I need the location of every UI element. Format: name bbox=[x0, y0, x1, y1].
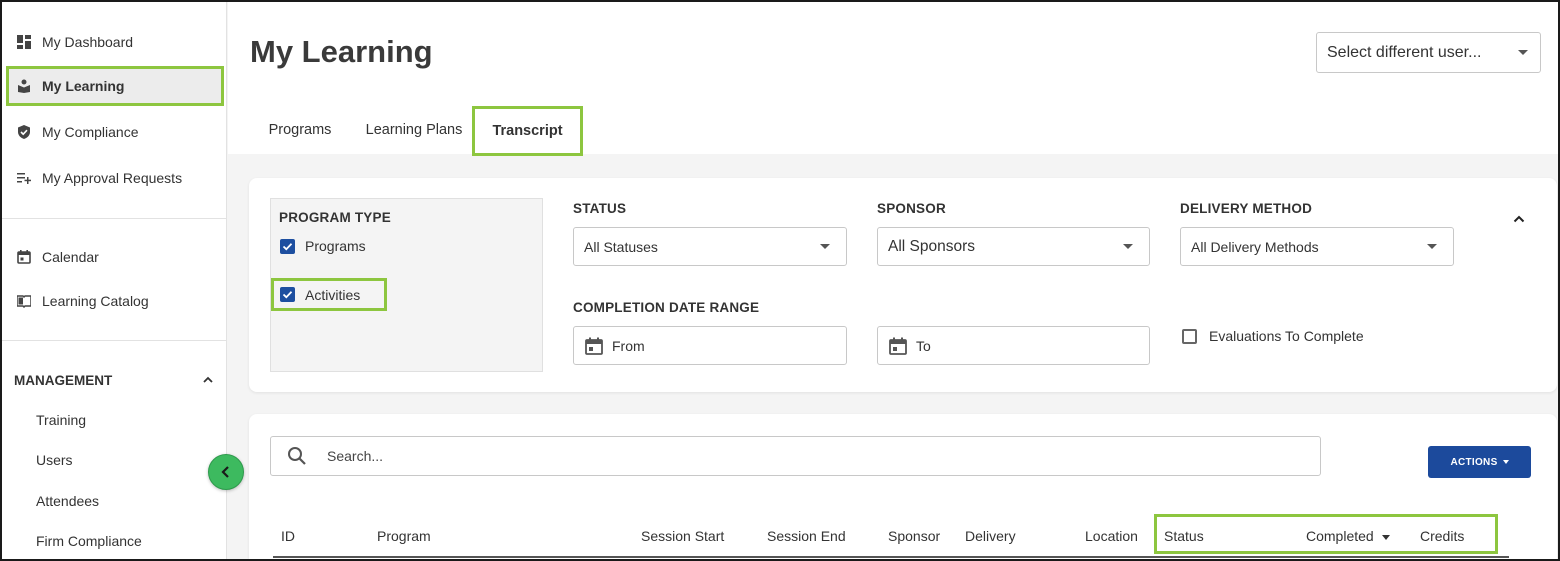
sidebar-item-label: My Compliance bbox=[42, 124, 139, 140]
program-type-label: PROGRAM TYPE bbox=[279, 210, 391, 225]
user-select-value: Select different user... bbox=[1327, 43, 1482, 61]
chevron-down-icon bbox=[820, 244, 830, 249]
sidebar-item-label: Calendar bbox=[42, 249, 99, 265]
filter-panel: PROGRAM TYPE Programs Activities STATUS … bbox=[249, 178, 1557, 392]
chevron-down-icon bbox=[1427, 244, 1437, 249]
book-icon bbox=[16, 293, 32, 309]
search-placeholder: Search... bbox=[327, 448, 384, 464]
sidebar-item-learning-catalog[interactable]: Learning Catalog bbox=[6, 282, 224, 320]
search-icon bbox=[288, 447, 306, 465]
chevron-down-icon bbox=[1123, 244, 1133, 249]
evaluations-to-complete-checkbox[interactable]: Evaluations To Complete bbox=[1182, 328, 1364, 344]
management-item-training[interactable]: Training bbox=[36, 412, 86, 428]
delivery-method-select[interactable]: All Delivery Methods bbox=[1180, 227, 1454, 266]
sidebar-item-my-dashboard[interactable]: My Dashboard bbox=[6, 23, 224, 61]
table-header-divider bbox=[273, 556, 1509, 558]
shield-icon bbox=[16, 124, 32, 140]
collapse-filters-chevron-up-icon[interactable] bbox=[1512, 212, 1526, 226]
playlist-add-icon bbox=[16, 170, 32, 186]
column-header-sponsor[interactable]: Sponsor bbox=[888, 528, 940, 544]
tab-programs[interactable]: Programs bbox=[250, 106, 350, 154]
sort-descending-icon bbox=[1381, 534, 1390, 540]
management-item-firm-compliance[interactable]: Firm Compliance bbox=[36, 533, 142, 549]
delivery-method-select-value: All Delivery Methods bbox=[1191, 238, 1319, 255]
column-header-session-end[interactable]: Session End bbox=[767, 528, 846, 544]
column-header-program[interactable]: Program bbox=[377, 528, 431, 544]
date-from-placeholder: From bbox=[612, 337, 645, 354]
actions-button[interactable]: ACTIONS bbox=[1428, 446, 1531, 478]
program-type-filter: PROGRAM TYPE Programs Activities bbox=[270, 198, 543, 372]
results-panel: Search... ACTIONS ID Program Session Sta… bbox=[249, 414, 1557, 559]
tab-learning-plans[interactable]: Learning Plans bbox=[358, 106, 470, 154]
checkbox-label: Activities bbox=[305, 286, 361, 303]
column-header-session-start[interactable]: Session Start bbox=[641, 528, 724, 544]
program-type-programs-checkbox[interactable]: Programs bbox=[280, 238, 366, 254]
chevron-down-icon bbox=[1518, 50, 1528, 55]
sidebar-item-label: My Dashboard bbox=[42, 34, 134, 50]
sidebar-divider bbox=[2, 218, 226, 219]
actions-button-label: ACTIONS bbox=[1450, 456, 1498, 468]
sidebar-item-label: My Approval Requests bbox=[42, 170, 183, 186]
program-type-activities-checkbox[interactable]: Activities bbox=[271, 278, 387, 311]
column-header-status[interactable]: Status bbox=[1164, 528, 1204, 544]
column-header-id[interactable]: ID bbox=[281, 528, 295, 544]
status-select[interactable]: All Statuses bbox=[573, 227, 847, 266]
checkbox-label: Evaluations To Complete bbox=[1209, 328, 1364, 344]
sidebar-divider bbox=[2, 340, 226, 341]
management-title: MANAGEMENT bbox=[14, 372, 113, 388]
column-header-completed-label: Completed bbox=[1306, 528, 1374, 544]
sponsor-filter-label: SPONSOR bbox=[877, 201, 946, 216]
user-select-dropdown[interactable]: Select different user... bbox=[1316, 32, 1541, 73]
date-to-placeholder: To bbox=[916, 337, 931, 354]
sidebar-item-label: My Learning bbox=[42, 78, 125, 94]
completion-date-from-input[interactable]: From bbox=[573, 326, 847, 365]
completion-date-range-label: COMPLETION DATE RANGE bbox=[573, 300, 760, 315]
sidebar-item-my-approval-requests[interactable]: My Approval Requests bbox=[6, 159, 224, 197]
management-section-header[interactable]: MANAGEMENT bbox=[14, 370, 214, 390]
delivery-method-filter-label: DELIVERY METHOD bbox=[1180, 201, 1313, 216]
checkbox-checked-icon bbox=[280, 238, 295, 254]
column-header-credits[interactable]: Credits bbox=[1420, 528, 1464, 544]
sidebar-item-calendar[interactable]: Calendar bbox=[6, 238, 224, 276]
sidebar-item-label: Learning Catalog bbox=[42, 293, 149, 309]
search-input[interactable]: Search... bbox=[270, 436, 1321, 476]
chevron-down-icon bbox=[1502, 460, 1509, 464]
management-item-attendees[interactable]: Attendees bbox=[36, 493, 99, 509]
calendar-icon bbox=[889, 337, 907, 355]
learning-icon bbox=[16, 78, 32, 94]
column-header-completed[interactable]: Completed bbox=[1306, 528, 1390, 544]
chevron-up-icon bbox=[203, 376, 213, 383]
page-title: My Learning bbox=[250, 34, 433, 69]
sidebar: My Dashboard My Learning My Compliance M… bbox=[2, 2, 227, 559]
sponsor-select-value: All Sponsors bbox=[888, 237, 976, 255]
completion-date-to-input[interactable]: To bbox=[877, 326, 1150, 365]
checkbox-label: Programs bbox=[305, 238, 366, 254]
checkbox-unchecked-icon bbox=[1182, 328, 1197, 344]
checkbox-checked-icon bbox=[280, 287, 295, 302]
status-filter-label: STATUS bbox=[573, 201, 627, 216]
collapse-sidebar-button[interactable] bbox=[208, 454, 244, 490]
calendar-icon bbox=[16, 249, 32, 265]
sidebar-item-my-compliance[interactable]: My Compliance bbox=[6, 113, 224, 151]
chevron-left-icon bbox=[221, 466, 229, 478]
page-header: My Learning Select different user... Pro… bbox=[228, 2, 1558, 156]
status-select-value: All Statuses bbox=[584, 238, 658, 255]
tab-transcript[interactable]: Transcript bbox=[472, 106, 583, 156]
dashboard-icon bbox=[16, 34, 32, 50]
column-header-location[interactable]: Location bbox=[1085, 528, 1138, 544]
management-item-users[interactable]: Users bbox=[36, 452, 73, 468]
sponsor-select[interactable]: All Sponsors bbox=[877, 227, 1150, 266]
sidebar-item-my-learning[interactable]: My Learning bbox=[6, 66, 224, 106]
column-header-delivery[interactable]: Delivery bbox=[965, 528, 1016, 544]
calendar-icon bbox=[585, 337, 603, 355]
